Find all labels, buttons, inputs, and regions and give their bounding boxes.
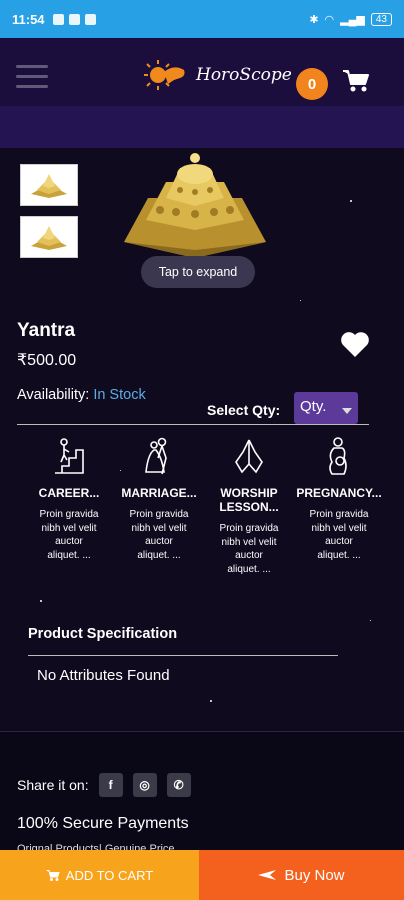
product-main-image[interactable] <box>120 150 270 258</box>
add-to-cart-label: ADD TO CART <box>65 867 154 883</box>
yantra-thumbnail-image <box>31 174 67 198</box>
linkedin-icon <box>84 13 96 25</box>
chevron-down-icon <box>342 408 352 414</box>
buy-now-button[interactable]: Buy Now <box>199 850 404 900</box>
availability-status: In Stock <box>93 387 146 403</box>
divider <box>28 655 338 656</box>
divider <box>17 424 369 425</box>
benefit-item-worship[interactable]: WORSHIP LESSON... Proin gravida nibh vel… <box>204 436 294 576</box>
secure-payments-text: 100% Secure Payments <box>17 815 189 832</box>
pregnancy-icon <box>329 437 347 475</box>
facebook-icon <box>68 13 80 25</box>
benefit-title: PREGNANCY... <box>296 486 382 500</box>
cart-icon <box>46 869 60 881</box>
app-header: HoroScope 0 <box>0 38 404 148</box>
qty-select[interactable]: Qty. <box>294 392 358 424</box>
benefit-title: MARRIAGE... <box>121 486 197 500</box>
thumbnail-2[interactable] <box>20 216 78 258</box>
whatsapp-share-icon[interactable]: ✆ <box>166 773 191 797</box>
yantra-thumbnail-image <box>31 226 67 250</box>
benefit-title: CAREER... <box>38 486 100 500</box>
select-qty-label: Select Qty: <box>207 402 281 418</box>
product-specification-title: Product Specification <box>28 626 178 642</box>
wishlist-heart-icon[interactable] <box>340 330 370 358</box>
sun-logo-icon <box>144 60 185 90</box>
cart-icon[interactable] <box>342 68 370 94</box>
benefit-item-career[interactable]: CAREER... Proin gravida nibh vel velit a… <box>24 436 114 576</box>
share-label: Share it on: <box>17 777 89 793</box>
praying-hands-icon <box>235 439 263 474</box>
tap-to-expand-hint[interactable]: Tap to expand <box>141 256 255 288</box>
buy-now-label: Buy Now <box>284 866 345 884</box>
career-stairs-icon <box>55 438 84 474</box>
benefit-description: Proin gravida nibh vel velit auctor aliq… <box>309 509 369 561</box>
status-time: 11:54 <box>12 11 45 27</box>
no-attributes-message: No Attributes Found <box>37 667 170 684</box>
signal-icon: ▂▄▆ <box>340 13 365 26</box>
plane-icon <box>258 870 277 880</box>
benefit-title: WORSHIP LESSON... <box>219 486 279 514</box>
benefits-list: CAREER... Proin gravida nibh vel velit a… <box>24 436 396 576</box>
benefit-item-marriage[interactable]: MARRIAGE... Proin gravida nibh vel velit… <box>114 436 204 576</box>
app-logo[interactable]: HoroScope <box>144 58 292 92</box>
mail-icon <box>52 13 64 25</box>
status-bar: 11:54 ✱ ◠ ▂▄▆ 43 <box>0 0 404 38</box>
battery-icon: 43 <box>370 12 392 26</box>
qty-select-value: Qty. <box>300 398 327 415</box>
benefit-description: Proin gravida nibh vel velit auctor aliq… <box>39 509 99 561</box>
benefit-description: Proin gravida nibh vel velit auctor aliq… <box>219 523 279 575</box>
availability: Availability: In Stock <box>17 387 146 403</box>
app-name: HoroScope <box>196 65 292 85</box>
header-band <box>0 106 404 148</box>
cart-count-badge[interactable]: 0 <box>296 68 328 100</box>
thumbnail-1[interactable] <box>20 164 78 206</box>
product-title: Yantra <box>17 320 76 341</box>
bluetooth-icon: ✱ <box>309 13 319 26</box>
wifi-icon: ◠ <box>324 13 335 26</box>
facebook-share-icon[interactable]: f <box>98 773 123 797</box>
marriage-couple-icon <box>145 437 167 475</box>
product-price: ₹500.00 <box>17 352 77 369</box>
benefit-item-pregnancy[interactable]: PREGNANCY... Proin gravida nibh vel veli… <box>294 436 384 576</box>
instagram-share-icon[interactable]: ◎ <box>132 773 157 797</box>
notification-icons <box>52 13 96 25</box>
benefit-description: Proin gravida nibh vel velit auctor aliq… <box>129 509 189 561</box>
availability-label: Availability: <box>17 387 90 403</box>
menu-icon[interactable] <box>16 65 48 93</box>
add-to-cart-button[interactable]: ADD TO CART <box>0 850 199 900</box>
share-row: Share it on: f ◎ ✆ <box>17 773 191 797</box>
